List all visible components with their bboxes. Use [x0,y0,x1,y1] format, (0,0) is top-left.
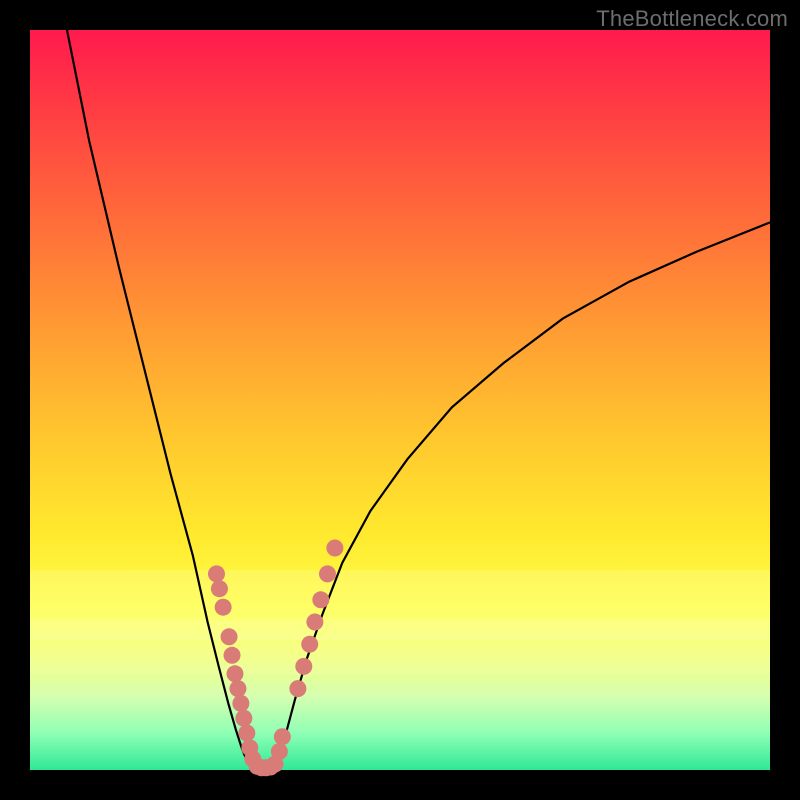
marker-dot [295,658,312,675]
marker-dot [211,580,228,597]
marker-dot [319,565,336,582]
marker-dot [306,614,323,631]
marker-dot [238,725,255,742]
marker-dot [208,565,225,582]
marker-dot [226,665,243,682]
chart-plot-area [30,30,770,770]
marker-dot [289,680,306,697]
marker-dot [274,728,291,745]
marker-dot [326,540,343,557]
marker-dot [271,743,288,760]
marker-dot [312,591,329,608]
marker-dot [224,647,241,664]
marker-dot [215,599,232,616]
watermark-text: TheBottleneck.com [596,6,788,32]
marker-dot [301,636,318,653]
curve-right-branch [276,222,770,766]
curve-left-branch [67,30,250,766]
marker-dot [221,628,238,645]
marker-dot [235,710,252,727]
curve-group [67,30,770,769]
chart-svg [30,30,770,770]
marker-dot [232,695,249,712]
marker-group [208,540,343,777]
marker-dot [229,680,246,697]
